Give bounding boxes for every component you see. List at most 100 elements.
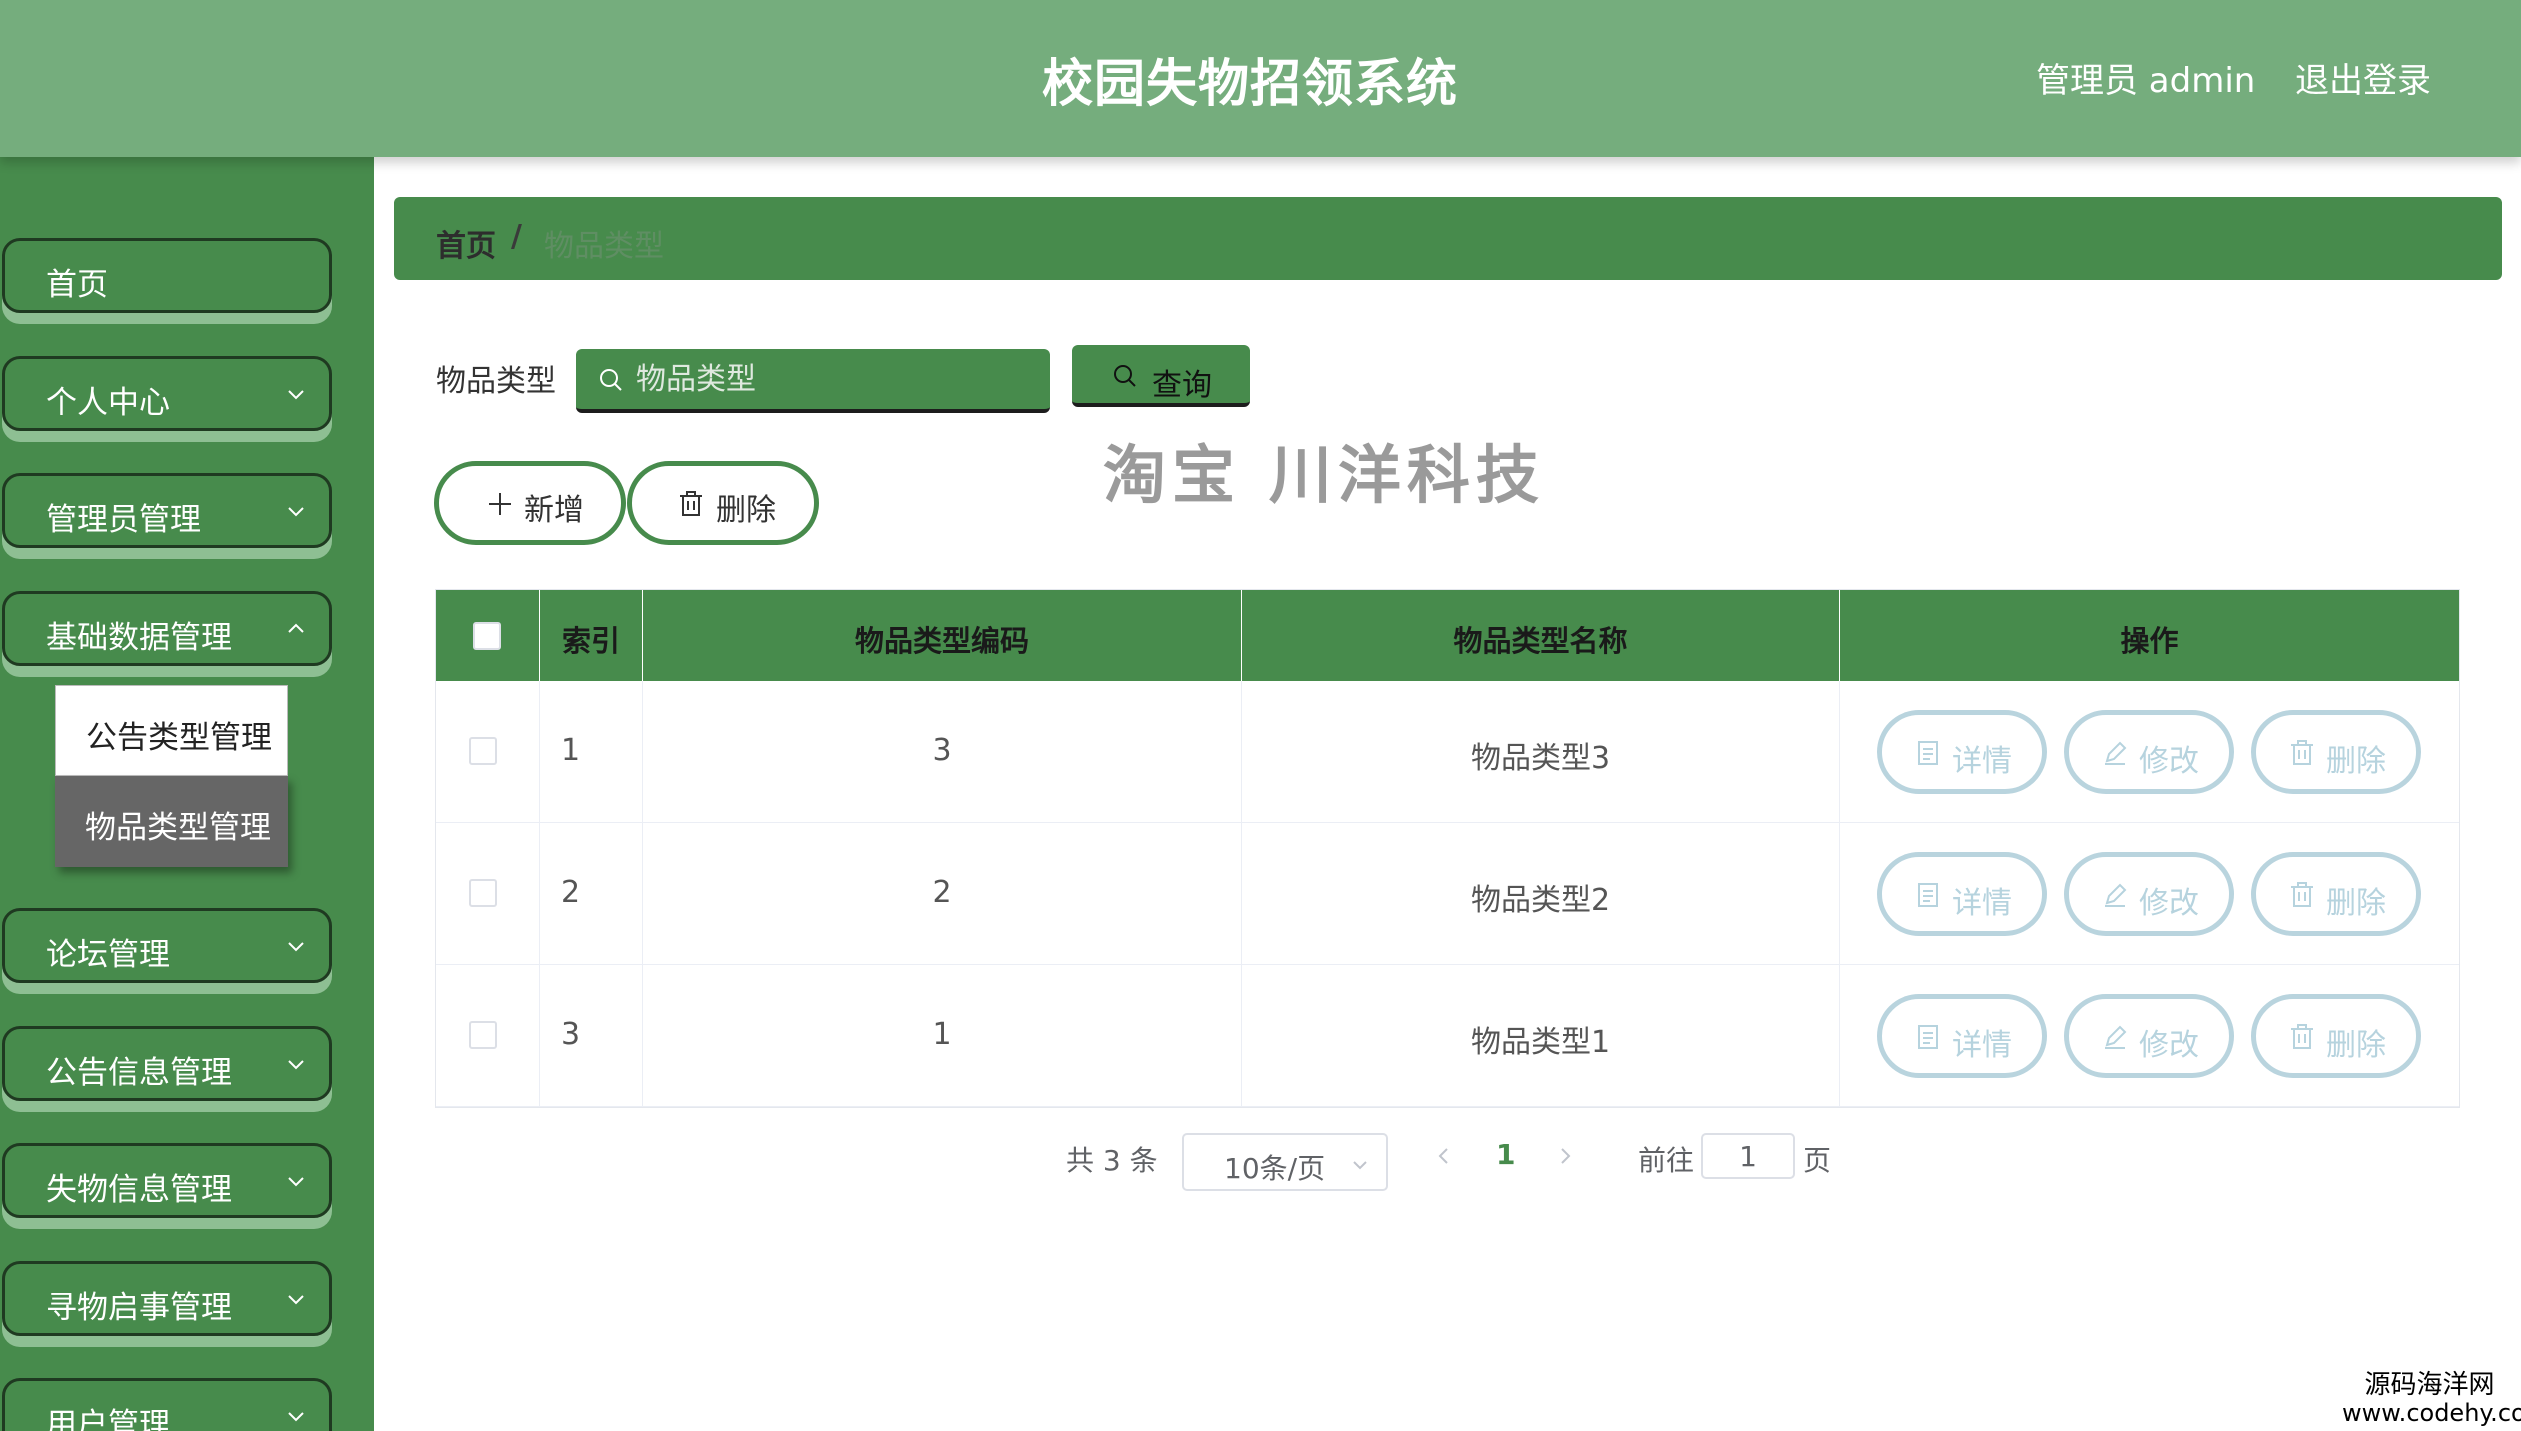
add-button[interactable]: 新增 <box>434 461 626 545</box>
select-all-checkbox[interactable] <box>473 622 501 650</box>
detail-button-label: 详情 <box>1952 1028 2012 1063</box>
corner-watermark: 源码海洋网 www.codehy.com <box>2342 1370 2521 1427</box>
name-cell: 物品类型3 <box>1242 681 1840 823</box>
plus-icon <box>489 493 511 515</box>
name-value: 物品类型3 <box>1470 741 1611 776</box>
corner-watermark-line1: 源码海洋网 <box>2364 1370 2495 1400</box>
edit-button[interactable]: 修改 <box>2064 710 2234 794</box>
column-header: 物品类型编码 <box>643 590 1242 681</box>
column-header-label: 物品类型名称 <box>1453 624 1628 658</box>
query-button[interactable]: 查询 <box>1072 345 1250 407</box>
index-value: 3 <box>561 1017 581 1052</box>
edit-button-label: 修改 <box>2139 744 2199 779</box>
index-cell: 3 <box>540 965 643 1107</box>
submenu-item-notice-type[interactable]: 公告类型管理 <box>55 685 288 776</box>
chevron-down-icon <box>1353 1161 1367 1170</box>
goto-label: 前往 <box>1638 1144 1695 1177</box>
column-header: 物品类型名称 <box>1242 590 1840 681</box>
edit-button-label: 修改 <box>2139 1028 2199 1063</box>
index-value: 2 <box>561 875 581 910</box>
current-page-number[interactable]: 1 <box>1496 1138 1515 1171</box>
breadcrumb: 首页 / 物品类型 <box>394 197 2502 280</box>
chevron-down-icon <box>288 507 304 517</box>
logout-link[interactable]: 退出登录 <box>2295 53 2431 102</box>
app-title: 校园失物招领系统 <box>1042 55 1459 114</box>
chevron-down-icon <box>288 1295 304 1305</box>
sidebar-item-personal-center[interactable]: 个人中心 <box>2 356 332 431</box>
prev-page-icon[interactable] <box>1432 1142 1456 1170</box>
add-button-label: 新增 <box>524 493 584 528</box>
chevron-down-icon <box>288 390 304 400</box>
code-cell: 1 <box>643 965 1242 1107</box>
header-select-cell <box>436 590 540 681</box>
chevron-down-icon <box>288 1177 304 1187</box>
column-header-label: 物品类型编码 <box>854 624 1029 658</box>
next-page-icon[interactable] <box>1553 1142 1577 1170</box>
trash-icon <box>2291 882 2313 907</box>
trash-icon <box>680 491 702 516</box>
goto-page-input[interactable] <box>1701 1133 1795 1179</box>
breadcrumb-home[interactable]: 首页 <box>436 221 496 265</box>
submenu-item-item-type[interactable]: 物品类型管理 <box>55 776 288 867</box>
select-cell <box>436 965 540 1107</box>
submenu-item-label: 物品类型管理 <box>85 810 271 846</box>
detail-button-label: 详情 <box>1952 744 2012 779</box>
index-cell: 1 <box>540 681 643 823</box>
batch-delete-label: 删除 <box>716 493 776 528</box>
row-delete-button[interactable]: 删除 <box>2251 994 2421 1078</box>
sidebar: 首页 个人中心 管理员管理 基础数据管理 公告类型管理 物品类型管理 论坛管理 … <box>0 157 374 1431</box>
row-checkbox[interactable] <box>469 1021 497 1049</box>
edit-button[interactable]: 修改 <box>2064 994 2234 1078</box>
sidebar-item-home[interactable]: 首页 <box>2 238 332 313</box>
sidebar-item-label: 失物信息管理 <box>46 1172 232 1208</box>
actions-cell: 详情 修改 删除 <box>1840 823 2459 965</box>
name-value: 物品类型1 <box>1470 1025 1611 1060</box>
corner-watermark-line2: www.codehy.com <box>2342 1399 2521 1427</box>
batch-delete-button[interactable]: 删除 <box>627 461 819 545</box>
row-delete-button[interactable]: 删除 <box>2251 852 2421 936</box>
search-field[interactable] <box>576 349 1050 413</box>
sidebar-item-admin-management[interactable]: 管理员管理 <box>2 473 332 548</box>
name-cell: 物品类型2 <box>1242 823 1840 965</box>
page-size-select[interactable]: 10条/页 <box>1182 1133 1388 1191</box>
row-delete-label: 删除 <box>2326 744 2386 779</box>
detail-button[interactable]: 详情 <box>1877 994 2047 1078</box>
column-header: 索引 <box>540 590 643 681</box>
detail-button[interactable]: 详情 <box>1877 710 2047 794</box>
sidebar-item-label: 公告信息管理 <box>46 1055 232 1091</box>
sidebar-item-lost-item-management[interactable]: 失物信息管理 <box>2 1143 332 1218</box>
document-icon <box>1918 741 1938 765</box>
sidebar-item-lost-notice-management[interactable]: 寻物启事管理 <box>2 1261 332 1336</box>
chevron-down-icon <box>288 942 304 952</box>
index-value: 1 <box>561 733 581 768</box>
page-unit-label: 页 <box>1803 1144 1832 1177</box>
item-type-table: 索引 物品类型编码 物品类型名称 操作 1 3 物品类型3 详情 修改 删除 2… <box>435 589 2460 1108</box>
sidebar-item-label: 个人中心 <box>46 385 170 421</box>
sidebar-item-label: 管理员管理 <box>46 502 201 538</box>
table-row: 2 2 物品类型2 详情 修改 删除 <box>436 823 2459 965</box>
sidebar-item-notice-management[interactable]: 公告信息管理 <box>2 1026 332 1101</box>
watermark-text: 淘宝 川洋科技 <box>1103 439 1545 512</box>
sidebar-item-basic-data-management[interactable]: 基础数据管理 <box>2 591 332 666</box>
actions-cell: 详情 修改 删除 <box>1840 965 2459 1107</box>
code-value: 1 <box>932 1017 952 1052</box>
column-header: 操作 <box>1840 590 2459 681</box>
chevron-down-icon <box>288 1060 304 1070</box>
chevron-down-icon <box>288 1412 304 1422</box>
pencil-icon <box>2105 1025 2127 1049</box>
row-delete-label: 删除 <box>2326 1028 2386 1063</box>
sidebar-item-user-management[interactable]: 用户管理 <box>2 1378 332 1431</box>
row-checkbox[interactable] <box>469 879 497 907</box>
sidebar-item-label: 首页 <box>46 267 108 303</box>
trash-icon <box>2291 1024 2313 1049</box>
submenu-item-label: 公告类型管理 <box>86 720 272 756</box>
sidebar-item-forum-management[interactable]: 论坛管理 <box>2 908 332 983</box>
sidebar-item-label: 论坛管理 <box>46 937 170 973</box>
edit-button[interactable]: 修改 <box>2064 852 2234 936</box>
search-icon <box>600 369 622 391</box>
row-checkbox[interactable] <box>469 737 497 765</box>
row-delete-button[interactable]: 删除 <box>2251 710 2421 794</box>
search-input[interactable] <box>636 359 1036 399</box>
detail-button[interactable]: 详情 <box>1877 852 2047 936</box>
pencil-icon <box>2105 741 2127 765</box>
